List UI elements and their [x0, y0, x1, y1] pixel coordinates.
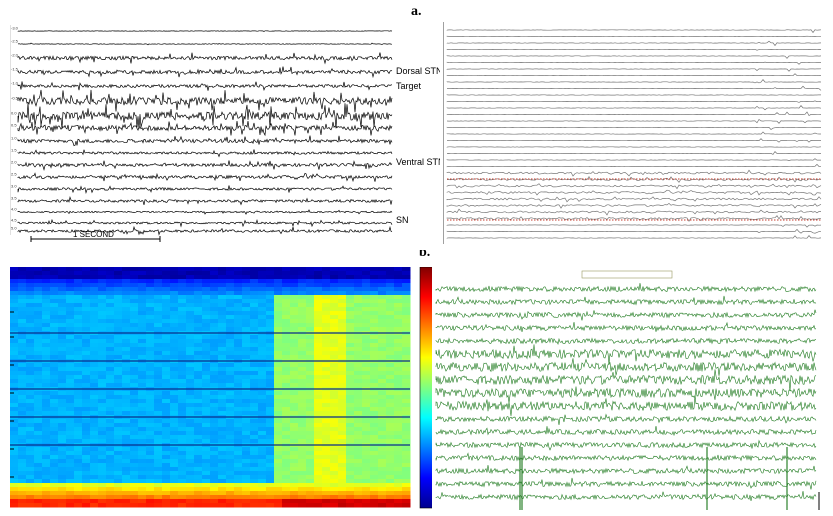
- spike-raster-svg: [443, 22, 823, 244]
- depth-label: 2.0: [11, 160, 17, 165]
- track-label-dorsal-stn: Dorsal STN: [396, 66, 440, 76]
- track-label-target: Target: [396, 81, 422, 91]
- depth-label: 5.0: [11, 226, 17, 231]
- depth-label: 3.5: [11, 196, 17, 201]
- figure-label-a: a.: [411, 4, 422, 19]
- depth-label: -1.0: [11, 81, 19, 86]
- panel-a-left-mer-traces: -3.0 -2.5 -2.0 -1.5 -1.0 -0.5 0.0 0.5 1.0 1.5 2.0 2…: [10, 25, 440, 250]
- lfp-traces-svg: [432, 267, 824, 511]
- depth-label: 2.5: [11, 172, 17, 177]
- depth-label: 0.0: [11, 111, 17, 116]
- depth-label: 0.5: [11, 123, 17, 128]
- depth-label: -1.5: [11, 67, 19, 72]
- depth-label: -2.5: [11, 39, 19, 44]
- panel-b-right-lfp-traces: [432, 267, 824, 511]
- mer-traces-svg: -3.0 -2.5 -2.0 -1.5 -1.0 -0.5 0.0 0.5 1.0 1.5 2.0 2…: [10, 25, 440, 250]
- panel-a-right-spike-raster: [443, 22, 823, 244]
- panel-b-left-spectrogram: [10, 267, 435, 509]
- spectrogram-heatmap: [10, 267, 411, 508]
- depth-label: 3.0: [11, 184, 17, 189]
- depth-label: -3.0: [11, 26, 19, 31]
- scale-bar-label: 1 SECOND: [73, 230, 114, 239]
- depth-label: -2.0: [11, 53, 19, 58]
- depth-label: 4.5: [11, 218, 17, 223]
- track-label-ventral-stn: Ventral STN: [396, 157, 440, 167]
- depth-label: 1.0: [11, 136, 17, 141]
- spectrogram-svg: [10, 267, 434, 509]
- track-label-sn: SN: [396, 215, 409, 225]
- depth-label: 4.0: [11, 207, 17, 212]
- depth-label: 1.5: [11, 148, 17, 153]
- depth-label: -0.5: [11, 96, 19, 101]
